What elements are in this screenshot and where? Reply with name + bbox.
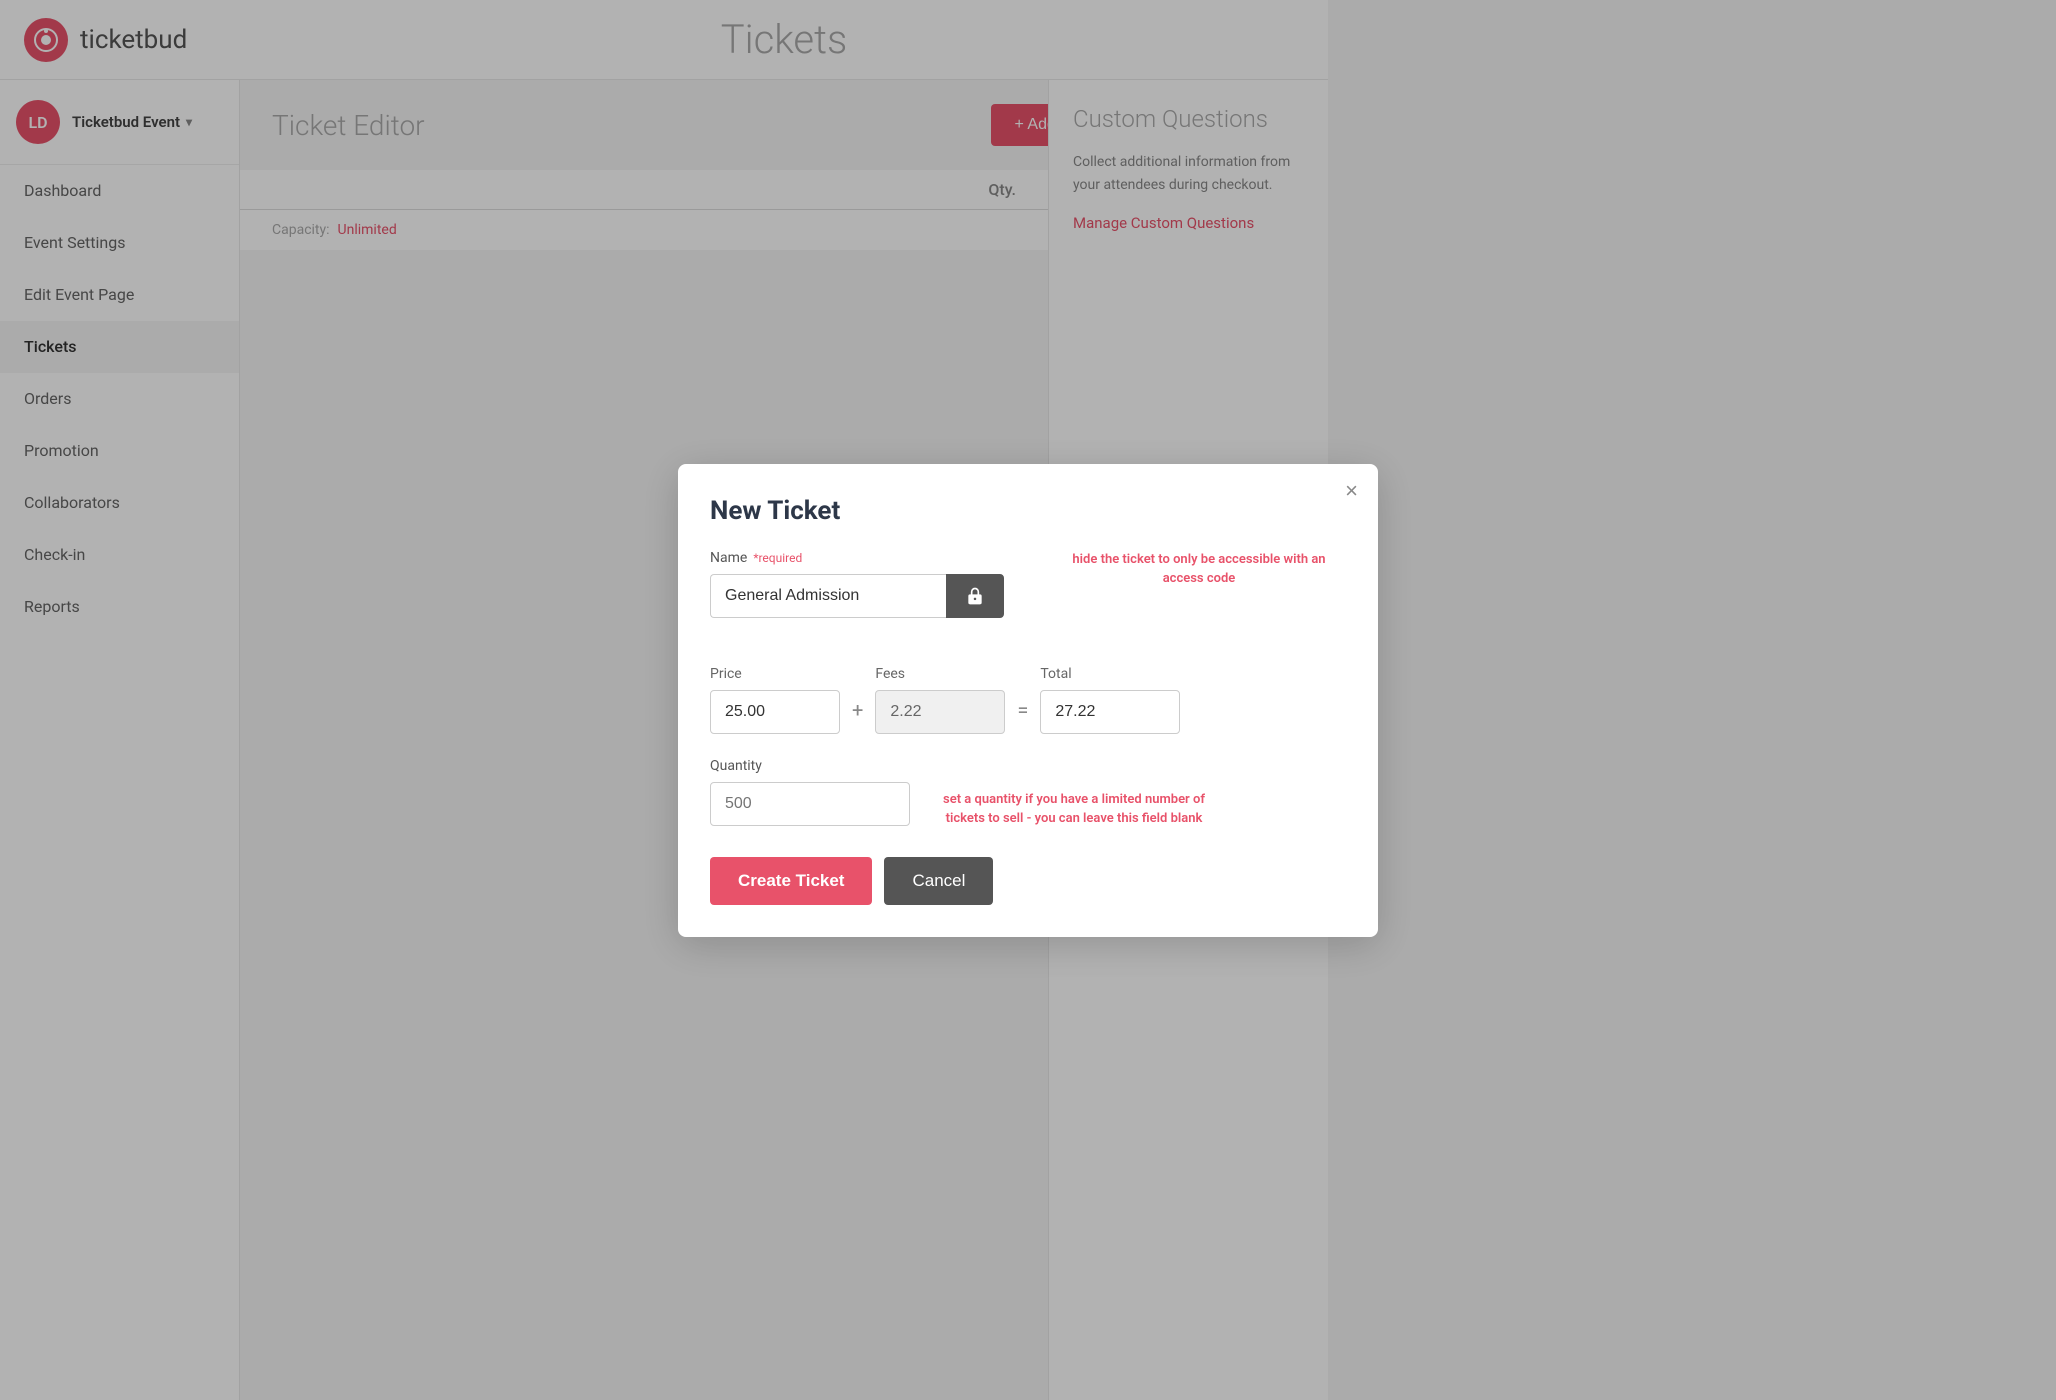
total-label: Total [1040, 666, 1180, 682]
lock-button[interactable] [946, 574, 1004, 618]
price-fees-total-row: Price + Fees = Total [710, 666, 1346, 734]
equals-operator: = [1017, 698, 1028, 734]
name-input-row [710, 574, 1004, 618]
new-ticket-modal: × New Ticket Name*required hide the tick… [678, 464, 1378, 937]
name-field-row: Name*required hide the ticket to only be… [710, 550, 1346, 642]
fees-group: Fees [875, 666, 1005, 734]
ticket-name-input[interactable] [710, 574, 946, 618]
quantity-input[interactable] [710, 782, 910, 826]
fees-label: Fees [875, 666, 1005, 682]
quantity-row: set a quantity if you have a limited num… [710, 782, 1346, 829]
modal-actions: Create Ticket Cancel [710, 857, 1346, 905]
price-label: Price [710, 666, 840, 682]
cancel-button[interactable]: Cancel [884, 857, 993, 905]
name-field-group: Name*required [710, 550, 1004, 642]
create-ticket-button[interactable]: Create Ticket [710, 857, 872, 905]
access-code-hint: hide the ticket to only be accessible wi… [1052, 550, 1346, 589]
fees-input [875, 690, 1005, 734]
name-label: Name*required [710, 550, 1004, 566]
total-input [1040, 690, 1180, 734]
modal-title: New Ticket [710, 496, 1346, 526]
modal-overlay: × New Ticket Name*required hide the tick… [0, 0, 2056, 1400]
total-group: Total [1040, 666, 1180, 734]
plus-operator: + [852, 698, 863, 734]
price-group: Price [710, 666, 840, 734]
quantity-label: Quantity [710, 758, 1346, 774]
price-input[interactable] [710, 690, 840, 734]
modal-close-button[interactable]: × [1345, 480, 1358, 502]
required-indicator: *required [753, 551, 802, 565]
quantity-section: Quantity set a quantity if you have a li… [710, 758, 1346, 829]
quantity-hint: set a quantity if you have a limited num… [934, 782, 1214, 829]
